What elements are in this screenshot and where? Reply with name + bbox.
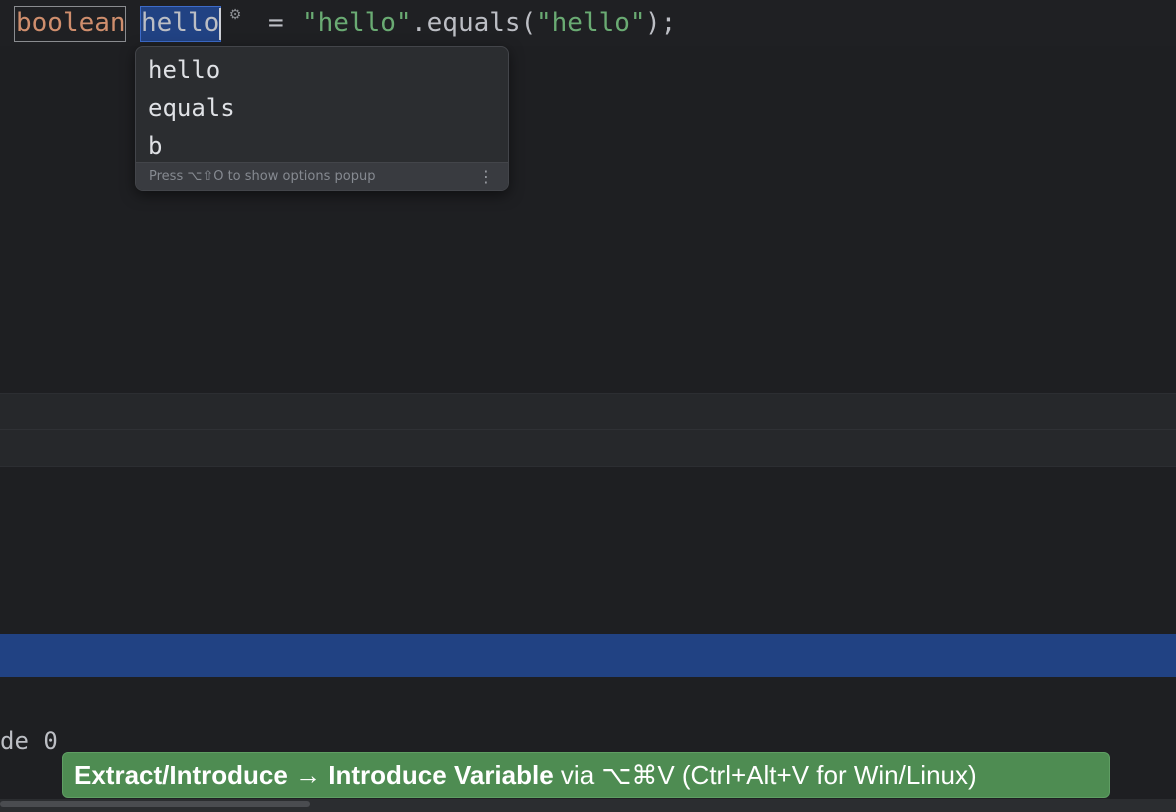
variable-name-text: hello bbox=[141, 8, 220, 38]
more-vertical-icon[interactable]: ⋮ bbox=[478, 163, 494, 190]
suggestion-item[interactable]: hello bbox=[136, 51, 508, 89]
code-line-current[interactable]: boolean hello ⚙ = "hello" .equals( "hell… bbox=[0, 0, 1176, 46]
gear-icon[interactable]: ⚙ bbox=[224, 4, 246, 26]
suggestion-item[interactable]: equals bbox=[136, 89, 508, 127]
string-literal-second: "hello" bbox=[536, 8, 646, 38]
name-suggestions-popup[interactable]: hello equals b Press ⌥⇧O to show options… bbox=[135, 46, 509, 191]
selected-line-highlight bbox=[0, 634, 1176, 677]
text-caret bbox=[219, 8, 221, 40]
shortcut-hint-banner: Extract/Introduce → Introduce Variable v… bbox=[62, 752, 1110, 798]
suggestion-item[interactable]: b bbox=[136, 127, 508, 165]
string-literal-first: "hello" bbox=[302, 8, 412, 38]
hint-action-name: Extract/Introduce → Introduce Variable bbox=[74, 760, 554, 790]
type-keyword: boolean bbox=[16, 8, 126, 38]
popup-footer-hint: Press ⌥⇧O to show options popup bbox=[149, 169, 376, 184]
scrollbar-thumb[interactable] bbox=[0, 801, 310, 807]
code-editor[interactable]: boolean hello ⚙ = "hello" .equals( "hell… bbox=[0, 0, 1176, 812]
hint-shortcut-text: via ⌥⌘V (Ctrl+Alt+V for Win/Linux) bbox=[553, 760, 977, 790]
editor-line-band bbox=[0, 393, 1176, 430]
assignment-operator: = bbox=[268, 8, 284, 38]
code-line-partial: de 0 bbox=[0, 727, 58, 755]
popup-footer: Press ⌥⇧O to show options popup ⋮ bbox=[136, 162, 508, 190]
editor-line-band bbox=[0, 430, 1176, 467]
statement-end: ); bbox=[645, 8, 677, 38]
method-call: .equals( bbox=[411, 8, 537, 38]
